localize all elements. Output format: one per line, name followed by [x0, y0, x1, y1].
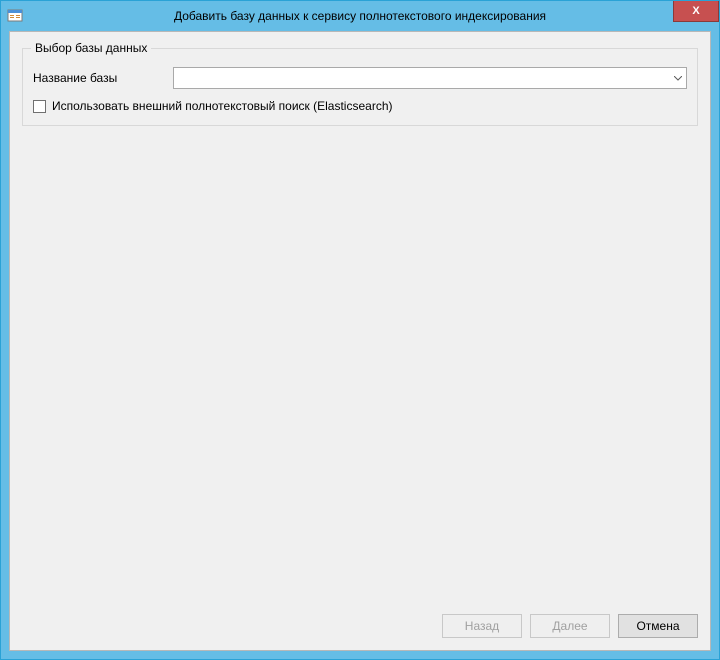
cancel-button[interactable]: Отмена	[618, 614, 698, 638]
window-title: Добавить базу данных к сервису полнотекс…	[174, 9, 546, 23]
close-button[interactable]: X	[673, 1, 719, 22]
titlebar: Добавить базу данных к сервису полнотекс…	[1, 1, 719, 31]
close-icon: X	[692, 5, 699, 17]
groupbox-title: Выбор базы данных	[31, 41, 151, 55]
client-area: Выбор базы данных Название базы	[9, 31, 711, 651]
back-button: Назад	[442, 614, 522, 638]
elasticsearch-checkbox-row: Использовать внешний полнотекстовый поис…	[33, 99, 687, 113]
dialog-window: Добавить базу данных к сервису полнотекс…	[0, 0, 720, 660]
database-selection-groupbox: Выбор базы данных Название базы	[22, 48, 698, 126]
chevron-down-icon	[669, 68, 686, 88]
elasticsearch-checkbox-label: Использовать внешний полнотекстовый поис…	[52, 99, 392, 113]
db-name-label: Название базы	[33, 71, 173, 85]
app-icon	[7, 8, 23, 24]
spacer	[22, 126, 698, 604]
db-name-row: Название базы	[33, 67, 687, 89]
elasticsearch-checkbox[interactable]	[33, 100, 46, 113]
client-outer: Выбор базы данных Название базы	[1, 31, 719, 659]
next-button: Далее	[530, 614, 610, 638]
db-name-combobox[interactable]	[173, 67, 687, 89]
button-row: Назад Далее Отмена	[22, 614, 698, 638]
